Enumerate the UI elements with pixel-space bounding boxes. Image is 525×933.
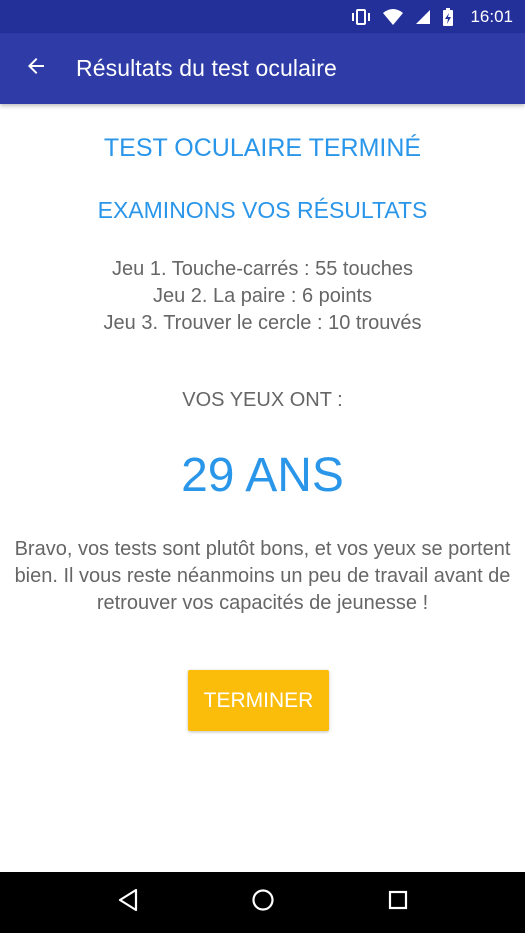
status-bar: 16:01 [0, 0, 525, 33]
back-button[interactable] [0, 33, 72, 104]
nav-recents-button[interactable] [368, 872, 428, 933]
scores-list: Jeu 1. Touche-carrés : 55 touches Jeu 2.… [0, 256, 525, 337]
eyes-age-label: VOS YEUX ONT : [182, 389, 343, 411]
signal-icon [414, 8, 432, 26]
score-game-2: Jeu 2. La paire : 6 points [152, 285, 373, 307]
wifi-icon [382, 8, 404, 26]
score-game-1: Jeu 1. Touche-carrés : 55 touches [112, 258, 413, 280]
results-subheading: EXAMINONS VOS RÉSULTATS [97, 197, 428, 223]
arrow-back-icon [24, 54, 48, 83]
eyes-age-value: 29 ANS [181, 449, 344, 502]
page-title: Résultats du test oculaire [76, 55, 337, 81]
results-content: TEST OCULAIRE TERMINÉ EXAMINONS VOS RÉSU… [0, 104, 525, 872]
finish-button[interactable]: TERMINER [188, 670, 329, 731]
back-triangle-icon [117, 888, 139, 917]
result-message: Bravo, vos tests sont plutôt bons, et vo… [14, 538, 511, 614]
nav-back-button[interactable] [98, 872, 158, 933]
score-game-3: Jeu 3. Trouver le cercle : 10 trouvés [103, 312, 422, 334]
vibrate-icon [350, 8, 372, 26]
navigation-bar [0, 872, 525, 933]
app-bar: Résultats du test oculaire [0, 33, 525, 104]
status-time: 16:01 [470, 6, 513, 26]
recents-square-icon [387, 889, 409, 916]
battery-charging-icon [442, 7, 454, 27]
test-complete-heading: TEST OCULAIRE TERMINÉ [103, 134, 422, 162]
home-circle-icon [251, 888, 275, 917]
nav-home-button[interactable] [233, 872, 293, 933]
